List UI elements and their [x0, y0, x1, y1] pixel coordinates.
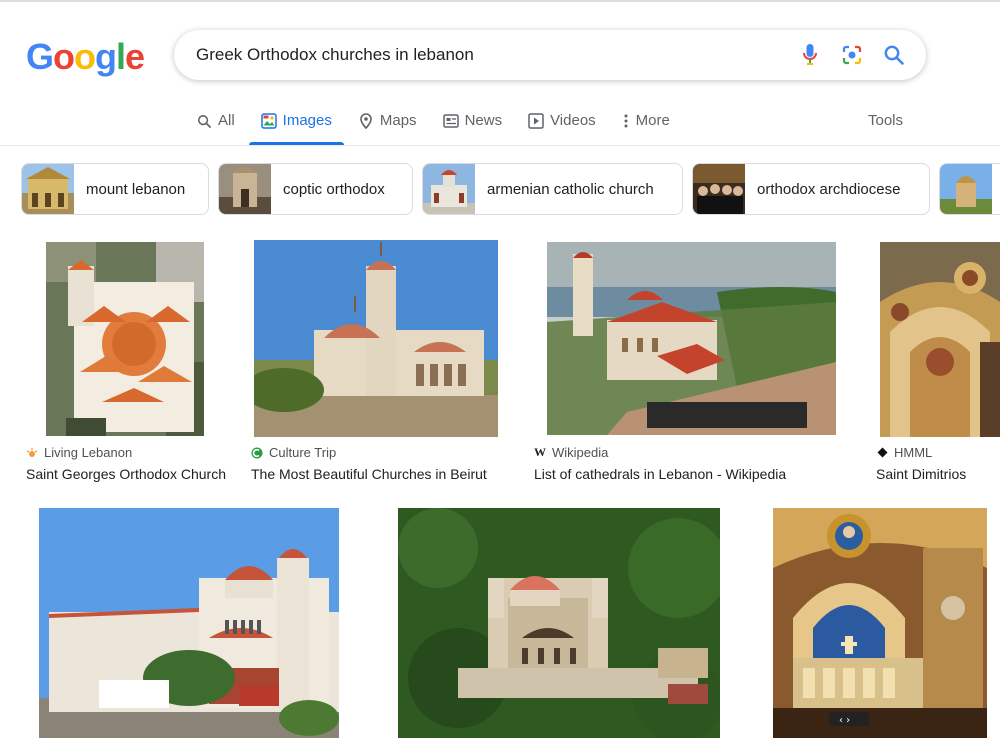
images-icon	[260, 113, 277, 129]
result-image	[46, 242, 204, 436]
tab-more[interactable]: More	[622, 104, 670, 146]
chip-coptic-orthodox[interactable]: coptic orthodox	[218, 163, 413, 215]
chip-label: mount lebanon	[86, 180, 186, 198]
logo-letter: G	[26, 36, 54, 77]
tab-all[interactable]: All	[196, 104, 235, 146]
result-source[interactable]: Living Lebanon	[26, 445, 132, 460]
search-icon[interactable]	[882, 43, 906, 67]
wikipedia-icon: W	[534, 445, 546, 459]
chip-thumbnail	[219, 164, 271, 214]
chip-thumbnail	[940, 164, 992, 214]
microphone-icon[interactable]	[798, 43, 822, 67]
camera-lens-icon[interactable]	[840, 43, 864, 67]
chip-thumbnail	[423, 164, 475, 214]
result-image	[880, 242, 1000, 437]
result-source[interactable]: Culture Trip	[251, 445, 336, 460]
chip-thumbnail	[22, 164, 74, 214]
chip-label: orthodox archdiocese	[757, 180, 901, 198]
tab-label: Videos	[550, 112, 596, 129]
result-title[interactable]: Saint Georges Orthodox Church	[26, 466, 226, 482]
search-icon	[196, 113, 212, 129]
tab-label: All	[218, 112, 235, 129]
chip-thumbnail	[693, 164, 745, 214]
video-icon	[528, 113, 544, 129]
chip-label: armenian catholic church	[487, 180, 654, 198]
culture-trip-icon	[251, 447, 263, 459]
result-source[interactable]: HMML	[876, 445, 932, 460]
tab-label: Maps	[379, 112, 417, 129]
tab-label: Images	[282, 112, 332, 129]
tab-images[interactable]: Images	[248, 104, 345, 146]
source-name: Wikipedia	[552, 445, 609, 460]
search-tabs: All Images Maps News Videos More	[196, 104, 696, 146]
result-image: ‹ ›	[773, 508, 987, 738]
result-image	[39, 508, 339, 738]
logo-letter: g	[95, 36, 117, 77]
result-image	[398, 508, 720, 738]
source-name: Living Lebanon	[44, 445, 133, 460]
search-box[interactable]: Greek Orthodox churches in lebanon	[174, 30, 926, 80]
top-border	[0, 0, 1000, 2]
sun-icon	[26, 447, 38, 459]
tab-maps[interactable]: Maps	[358, 104, 417, 146]
google-logo[interactable]: Google	[26, 36, 145, 78]
diamond-icon	[876, 447, 888, 459]
chip-label: coptic orthodox	[283, 180, 385, 198]
logo-letter: e	[125, 36, 145, 77]
more-vertical-icon	[622, 113, 630, 129]
tools-button[interactable]: Tools	[868, 112, 903, 129]
search-input[interactable]: Greek Orthodox churches in lebanon	[196, 45, 798, 65]
chip-more[interactable]	[939, 163, 1000, 215]
result-title[interactable]: List of cathedrals in Lebanon - Wikipedi…	[534, 466, 786, 482]
result-image	[547, 242, 836, 435]
result-title[interactable]: The Most Beautiful Churches in Beirut	[251, 466, 487, 482]
chip-mount-lebanon[interactable]: mount lebanon	[21, 163, 209, 215]
source-name: HMML	[894, 445, 933, 460]
logo-letter: l	[116, 36, 126, 77]
source-name: Culture Trip	[269, 445, 337, 460]
map-pin-icon	[358, 113, 374, 129]
result-title[interactable]: Saint Dimitrios	[876, 466, 966, 482]
tab-label: News	[464, 112, 503, 129]
result-source[interactable]: W Wikipedia	[534, 445, 608, 460]
svg-text:‹ ›: ‹ ›	[839, 715, 850, 726]
tabs-divider	[0, 145, 1000, 146]
tab-label: More	[635, 112, 670, 129]
tab-videos[interactable]: Videos	[528, 104, 596, 146]
logo-letter: o	[53, 36, 75, 77]
result-image	[254, 240, 498, 437]
tab-news[interactable]: News	[442, 104, 503, 146]
logo-letter: o	[74, 36, 96, 77]
news-icon	[442, 113, 459, 129]
chip-orthodox-archdiocese[interactable]: orthodox archdiocese	[692, 163, 930, 215]
chip-armenian-catholic-church[interactable]: armenian catholic church	[422, 163, 683, 215]
